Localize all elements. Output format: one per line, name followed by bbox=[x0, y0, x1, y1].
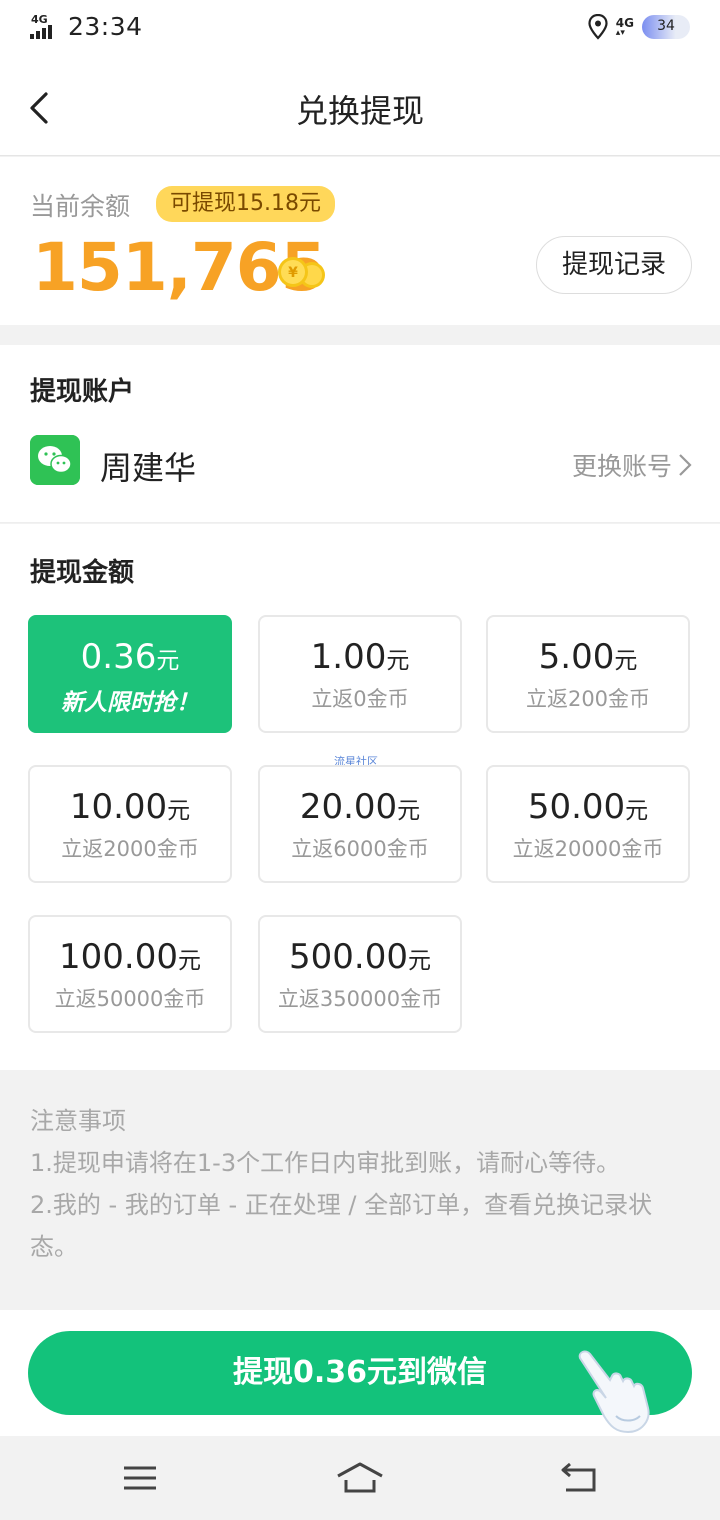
option-value: 50.00元 bbox=[527, 787, 649, 827]
account-section-title: 提现账户 bbox=[30, 377, 135, 407]
chevron-right-icon bbox=[679, 454, 692, 476]
notice-line-1: 1.提现申请将在1-3个工作日内审批到账，请耐心等待。 bbox=[30, 1149, 621, 1177]
battery-icon: 34 bbox=[642, 15, 690, 39]
amount-option-100[interactable]: 100.00元 立返50000金币 bbox=[28, 915, 232, 1033]
withdraw-record-button[interactable]: 提现记录 bbox=[536, 236, 692, 294]
option-value: 1.00元 bbox=[310, 637, 410, 677]
withdraw-amount-section: 提现金额 0.36元 新人限时抢！ 1.00元 立返0金币 5.00元 立返20… bbox=[0, 524, 720, 1070]
amount-section-title: 提现金额 bbox=[30, 558, 135, 588]
menu-icon[interactable] bbox=[122, 1462, 158, 1494]
amount-option-10[interactable]: 10.00元 立返2000金币 bbox=[28, 765, 232, 883]
account-name: 周建华 bbox=[100, 449, 197, 487]
amount-option-50[interactable]: 50.00元 立返20000金币 bbox=[486, 765, 690, 883]
svg-text:¥: ¥ bbox=[288, 265, 298, 281]
option-subtitle: 立返50000金币 bbox=[54, 987, 206, 1011]
home-icon[interactable] bbox=[336, 1462, 384, 1494]
battery-level: 34 bbox=[657, 18, 675, 34]
signal-icon: 4G bbox=[30, 13, 60, 41]
option-subtitle: 立返6000金币 bbox=[291, 837, 429, 861]
option-value: 10.00元 bbox=[69, 787, 191, 827]
change-account-link[interactable]: 更换账号 bbox=[572, 447, 692, 483]
back-nav-icon[interactable] bbox=[560, 1462, 598, 1494]
clock: 23:34 bbox=[68, 12, 143, 41]
option-subtitle: 新人限时抢！ bbox=[61, 690, 199, 716]
network-4g-icon: 4G ▴▾ bbox=[615, 15, 634, 38]
balance-section: 当前余额 可提现15.18元 151,765 ¥ 提现记录 bbox=[0, 157, 720, 325]
notice-line-2: 2.我的 - 我的订单 - 正在处理 / 全部订单，查看兑换记录状态。 bbox=[30, 1191, 653, 1261]
system-nav-bar bbox=[0, 1436, 720, 1520]
wechat-icon bbox=[30, 435, 80, 485]
amount-option-5[interactable]: 5.00元 立返200金币 bbox=[486, 615, 690, 733]
amount-option-20[interactable]: 20.00元 立返6000金币 bbox=[258, 765, 462, 883]
option-subtitle: 立返200金币 bbox=[525, 687, 651, 711]
option-subtitle: 立返0金币 bbox=[311, 687, 409, 711]
bottom-action-bar: 提现0.36元到微信 bbox=[0, 1310, 720, 1436]
amount-option-1[interactable]: 1.00元 立返0金币 bbox=[258, 615, 462, 733]
option-value: 20.00元 bbox=[299, 787, 421, 827]
option-subtitle: 立返20000金币 bbox=[512, 837, 664, 861]
change-account-label: 更换账号 bbox=[571, 452, 672, 481]
withdraw-account-section: 提现账户 周建华 更换账号 bbox=[0, 345, 720, 523]
option-value: 500.00元 bbox=[289, 937, 431, 977]
balance-label: 当前余额 bbox=[30, 192, 131, 221]
hand-pointer-icon bbox=[578, 1350, 650, 1434]
notice-title: 注意事项 bbox=[30, 1107, 126, 1135]
option-subtitle: 立返350000金币 bbox=[277, 987, 443, 1011]
withdrawable-badge: 可提现15.18元 bbox=[156, 186, 335, 222]
option-value: 100.00元 bbox=[59, 937, 201, 977]
nav-bar: 兑换提现 bbox=[0, 58, 720, 156]
amount-option-0-36[interactable]: 0.36元 新人限时抢！ bbox=[28, 615, 232, 733]
location-icon bbox=[588, 14, 608, 40]
option-value: 0.36元 bbox=[80, 637, 180, 677]
option-value: 5.00元 bbox=[538, 637, 638, 677]
page-title: 兑换提现 bbox=[295, 92, 424, 130]
status-bar: 4G 23:34 4G ▴▾ 34 bbox=[0, 0, 720, 58]
option-subtitle: 立返2000金币 bbox=[61, 837, 199, 861]
amount-option-500[interactable]: 500.00元 立返350000金币 bbox=[258, 915, 462, 1033]
coin-icon: ¥ bbox=[278, 257, 325, 288]
notice-section: 注意事项 1.提现申请将在1-3个工作日内审批到账，请耐心等待。 2.我的 - … bbox=[0, 1070, 720, 1310]
